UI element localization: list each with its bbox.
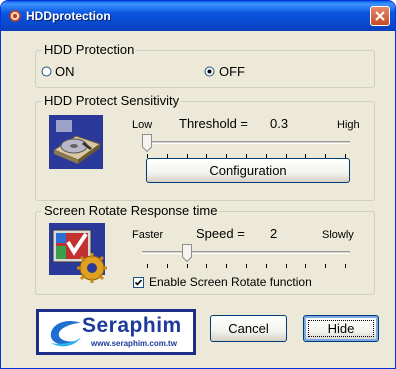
speed-slider[interactable] [142,244,350,268]
slider-tick [325,264,326,268]
configuration-button[interactable]: Configuration [146,158,350,183]
hdd-protection-group: HDD Protection ON OFF [35,42,375,88]
rotate-group: Screen Rotate Response time Faster Speed… [35,203,375,295]
logo-url-text: www.seraphim.com.tw [91,339,177,348]
slider-tick [226,264,227,268]
speed-value: 2 [270,226,278,241]
slider-tick [286,264,287,268]
slider-tick [345,264,346,268]
threshold-label: Threshold = [179,116,249,131]
hddprotection-window: HDDprotection HDD Protection ON OFF HDD … [0,0,396,369]
speed-label: Speed = [196,226,245,241]
slider-tick [246,264,247,268]
hide-button[interactable]: Hide [303,315,379,342]
speed-slider-thumb[interactable] [182,244,192,262]
threshold-value: 0.3 [270,116,289,131]
low-label: Low [132,119,153,131]
cancel-button-label: Cancel [228,321,269,336]
title-bar[interactable]: HDDprotection [1,1,395,31]
sensitivity-group: HDD Protect Sensitivity Low Threshold = … [35,93,375,201]
window-title: HDDprotection [26,9,111,23]
seraphim-swoosh-icon [50,320,81,347]
slider-tick [147,264,148,268]
cancel-button[interactable]: Cancel [210,315,287,342]
enable-rotate-label[interactable]: Enable Screen Rotate function [149,275,312,289]
close-button[interactable] [370,6,390,26]
threshold-slider[interactable] [142,134,350,158]
hard-drive-icon [49,115,103,169]
enable-rotate-checkbox[interactable] [133,277,144,288]
screen-rotate-icon [49,223,107,283]
slider-tick [305,264,306,268]
configuration-button-label: Configuration [209,163,287,178]
dialog-body: HDD Protection ON OFF HDD Protect Sensit… [4,31,392,365]
slider-tick [187,264,188,268]
slowly-label: Slowly [322,229,354,241]
sensitivity-title: HDD Protect Sensitivity [42,93,182,108]
threshold-slider-track[interactable] [142,141,350,144]
high-label: High [337,119,360,131]
hdd-protection-title: HDD Protection [42,42,137,57]
speed-slider-track[interactable] [142,251,350,254]
app-icon [9,10,21,22]
check-icon [134,279,143,286]
on-label[interactable]: ON [55,64,75,79]
on-radio[interactable] [41,66,52,77]
slider-tick [266,264,267,268]
logo-brand-text: Seraphim [82,314,182,337]
threshold-slider-thumb[interactable] [142,134,152,152]
slider-tick [206,264,207,268]
focus-indicator [308,320,374,337]
slider-tick [167,264,168,268]
off-label[interactable]: OFF [219,64,245,79]
rotate-title: Screen Rotate Response time [42,203,220,218]
faster-label: Faster [132,229,164,241]
close-icon [375,11,385,21]
seraphim-logo: Seraphim www.seraphim.com.tw [36,309,196,355]
off-radio[interactable] [204,66,215,77]
